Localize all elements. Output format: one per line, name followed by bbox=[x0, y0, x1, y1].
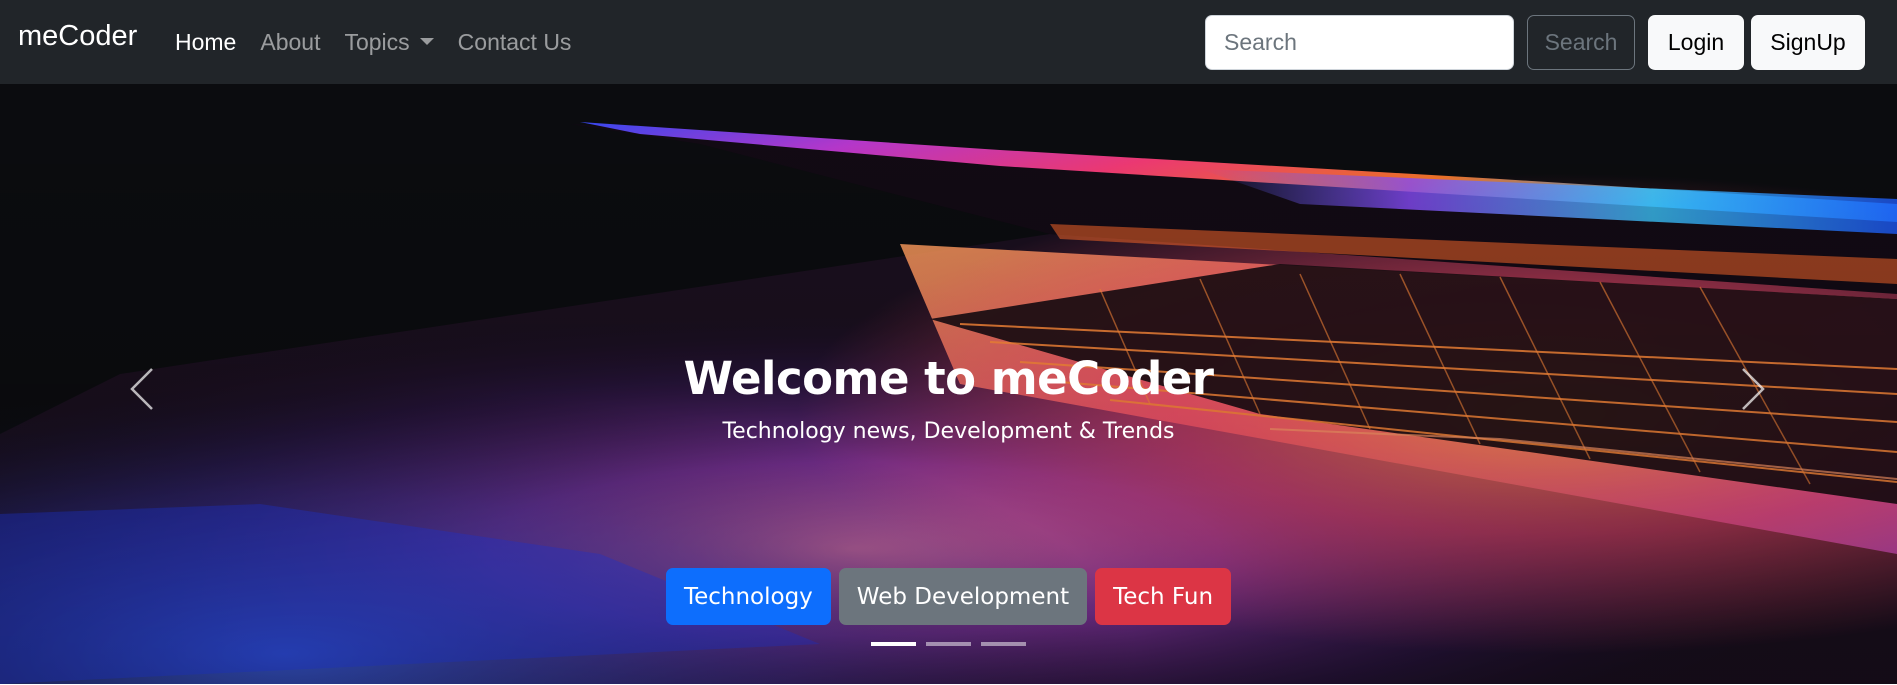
caret-down-icon bbox=[419, 37, 434, 45]
search-button[interactable]: Search bbox=[1527, 15, 1635, 70]
login-button[interactable]: Login bbox=[1648, 15, 1744, 70]
brand-logo-link[interactable]: meCoder bbox=[18, 22, 137, 51]
nav-link-contact[interactable]: Contact Us bbox=[458, 29, 572, 56]
signup-button[interactable]: SignUp bbox=[1751, 15, 1865, 70]
nav-dropdown-topics-label: Topics bbox=[344, 28, 410, 55]
web-development-button[interactable]: Web Development bbox=[838, 568, 1088, 625]
carousel-indicator-1[interactable] bbox=[871, 642, 916, 646]
tech-fun-button[interactable]: Tech Fun bbox=[1095, 568, 1232, 625]
nav-link-about[interactable]: About bbox=[260, 29, 320, 56]
carousel-indicator-3[interactable] bbox=[981, 642, 1026, 646]
hero-button-group: Technology Web Development Tech Fun bbox=[0, 568, 1897, 625]
carousel-indicator-2[interactable] bbox=[926, 642, 971, 646]
hero-title: Welcome to meCoder bbox=[683, 352, 1214, 405]
nav-dropdown-topics[interactable]: Topics bbox=[344, 28, 434, 56]
search-input[interactable] bbox=[1205, 15, 1514, 70]
carousel-caption: Welcome to meCoder Technology news, Deve… bbox=[0, 356, 1897, 443]
nav-links: Home About Topics Contact Us bbox=[175, 0, 595, 84]
hero-subtitle: Technology news, Development & Trends bbox=[722, 419, 1175, 444]
technology-button[interactable]: Technology bbox=[665, 568, 831, 625]
carousel-indicators bbox=[0, 642, 1897, 646]
navbar: meCoder Home About Topics Contact Us Sea… bbox=[0, 0, 1897, 84]
nav-link-home[interactable]: Home bbox=[175, 29, 236, 56]
